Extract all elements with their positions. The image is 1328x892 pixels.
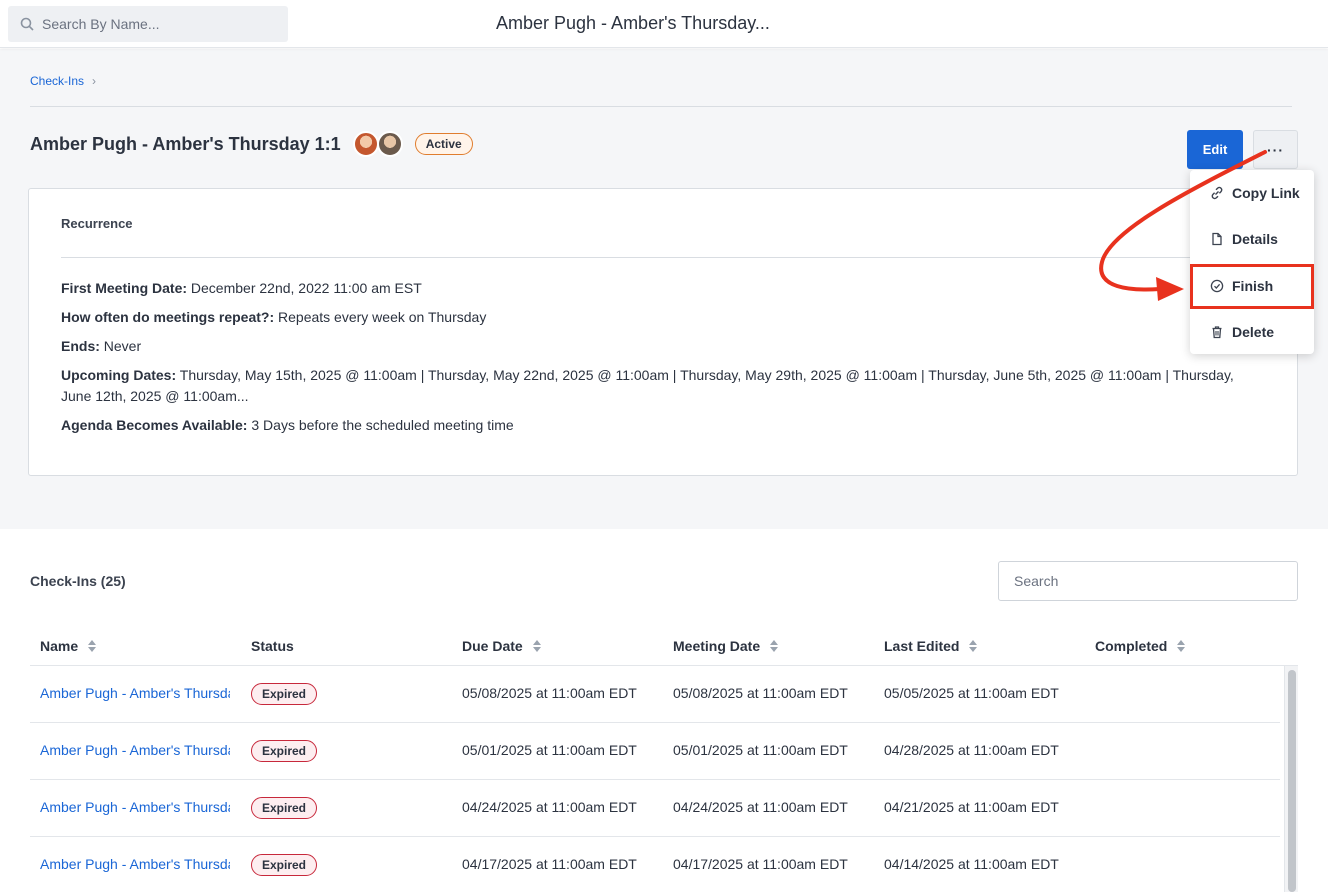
breadcrumb-checkins-link[interactable]: Check-Ins [30,74,84,88]
field-label: How often do meetings repeat?: [61,309,275,325]
column-header-name[interactable]: Name [40,638,97,654]
checkin-name-link[interactable]: Amber Pugh - Amber's Thursday 1:1 [40,799,230,815]
field-label: Ends: [61,338,100,354]
more-options-button[interactable]: ··· [1253,130,1298,169]
status-badge: Expired [251,740,318,762]
title-row: Amber Pugh - Amber's Thursday 1:1 Active [30,131,473,157]
due-date: 05/01/2025 at 11:00am EDT [462,742,637,758]
meeting-date: 04/17/2025 at 11:00am EDT [673,856,848,872]
check-circle-icon [1210,279,1224,293]
field-value: December 22nd, 2022 11:00 am EST [190,280,422,296]
checkin-name-link[interactable]: Amber Pugh - Amber's Thursday 1:1 [40,856,230,872]
menu-item-delete[interactable]: Delete [1190,312,1314,352]
field-value: Never [103,338,142,354]
status-badge: Expired [251,854,318,876]
menu-item-details[interactable]: Details [1190,219,1314,259]
menu-item-label: Copy Link [1232,185,1300,201]
recurrence-field: First Meeting Date: December 22nd, 2022 … [61,278,1261,299]
sort-icon[interactable] [88,640,97,652]
divider [30,106,1292,107]
breadcrumb: Check-Ins › [30,74,96,88]
edit-button[interactable]: Edit [1187,130,1243,169]
table-header: Name Status Due Date Meeting Date Last E… [30,626,1298,666]
checkins-search-input[interactable] [998,561,1298,601]
field-value: Repeats every week on Thursday [278,309,487,325]
header-title: Amber Pugh - Amber's Thursday... [496,13,770,33]
chevron-right-icon: › [92,74,97,88]
link-icon [1211,186,1223,200]
sort-icon[interactable] [532,640,541,652]
due-date: 04/17/2025 at 11:00am EDT [462,856,637,872]
meeting-date: 05/08/2025 at 11:00am EDT [673,685,848,701]
table-row[interactable]: Amber Pugh - Amber's Thursday 1:1 Expire… [30,780,1280,837]
recurrence-field: Agenda Becomes Available: 3 Days before … [61,415,1261,436]
recurrence-details: First Meeting Date: December 22nd, 2022 … [61,278,1261,444]
global-search-input[interactable] [42,16,272,32]
sort-icon[interactable] [770,640,779,652]
last-edited: 04/28/2025 at 11:00am EDT [884,742,1059,758]
table-row[interactable]: Amber Pugh - Amber's Thursday 1:1 Expire… [30,837,1280,892]
status-badge: Expired [251,797,318,819]
column-label: Due Date [462,638,523,654]
more-options-menu: Copy Link Details Finish Delete [1190,170,1314,354]
top-bar: Amber Pugh - Amber's Thursday... [0,0,1328,48]
column-header-last-edited[interactable]: Last Edited [884,638,978,654]
global-search[interactable] [8,6,288,42]
page-title: Amber Pugh - Amber's Thursday 1:1 [30,133,341,154]
field-value: Thursday, May 15th, 2025 @ 11:00am | Thu… [61,367,1234,404]
menu-item-label: Details [1232,231,1278,247]
checkins-table-body: Amber Pugh - Amber's Thursday 1:1 Expire… [30,666,1280,892]
last-edited: 04/14/2025 at 11:00am EDT [884,856,1059,872]
search-icon [20,17,34,31]
sort-icon[interactable] [1177,640,1186,652]
column-header-status: Status [251,638,294,654]
sort-icon[interactable] [969,640,978,652]
field-label: Upcoming Dates: [61,367,177,383]
recurrence-field: Ends: Never [61,336,1261,357]
last-edited: 04/21/2025 at 11:00am EDT [884,799,1059,815]
divider [61,257,1266,258]
document-icon [1212,232,1222,246]
participants [352,131,403,157]
column-header-meeting-date[interactable]: Meeting Date [673,638,779,654]
table-row[interactable]: Amber Pugh - Amber's Thursday 1:1 Expire… [30,723,1280,780]
checkin-detail-section: Check-Ins › Amber Pugh - Amber's Thursda… [0,49,1328,529]
column-header-due-date[interactable]: Due Date [462,638,541,654]
recurrence-field: How often do meetings repeat?: Repeats e… [61,307,1261,328]
status-badge: Expired [251,683,318,705]
meeting-date: 05/01/2025 at 11:00am EDT [673,742,848,758]
avatar[interactable] [376,131,403,157]
column-label: Name [40,638,79,654]
field-value: 3 Days before the scheduled meeting time [251,417,514,433]
meeting-date: 04/24/2025 at 11:00am EDT [673,799,848,815]
status-badge: Active [414,133,473,155]
column-label: Status [251,638,294,654]
table-row[interactable]: Amber Pugh - Amber's Thursday 1:1 Expire… [30,666,1280,723]
trash-icon [1212,326,1222,339]
checkin-name-link[interactable]: Amber Pugh - Amber's Thursday 1:1 [40,685,230,701]
column-label: Last Edited [884,638,960,654]
menu-item-label: Finish [1232,278,1274,294]
column-header-completed[interactable]: Completed [1095,638,1186,654]
recurrence-heading: Recurrence [61,216,133,231]
recurrence-field: Upcoming Dates: Thursday, May 15th, 2025… [61,365,1261,407]
field-label: Agenda Becomes Available: [61,417,248,433]
checkins-title: Check-Ins (25) [30,573,126,589]
menu-item-copy-link[interactable]: Copy Link [1190,173,1314,213]
avatar[interactable] [352,131,379,157]
last-edited: 05/05/2025 at 11:00am EDT [884,685,1059,701]
column-label: Meeting Date [673,638,761,654]
recurrence-card: Recurrence First Meeting Date: December … [28,188,1298,476]
column-label: Completed [1095,638,1168,654]
checkin-name-link[interactable]: Amber Pugh - Amber's Thursday 1:1 [40,742,230,758]
menu-item-label: Delete [1232,324,1275,340]
menu-item-finish[interactable]: Finish [1190,266,1314,306]
table-scrollbar[interactable] [1284,666,1298,892]
scrollbar-thumb[interactable] [1288,670,1296,892]
due-date: 04/24/2025 at 11:00am EDT [462,799,637,815]
due-date: 05/08/2025 at 11:00am EDT [462,685,637,701]
field-label: First Meeting Date: [61,280,188,296]
